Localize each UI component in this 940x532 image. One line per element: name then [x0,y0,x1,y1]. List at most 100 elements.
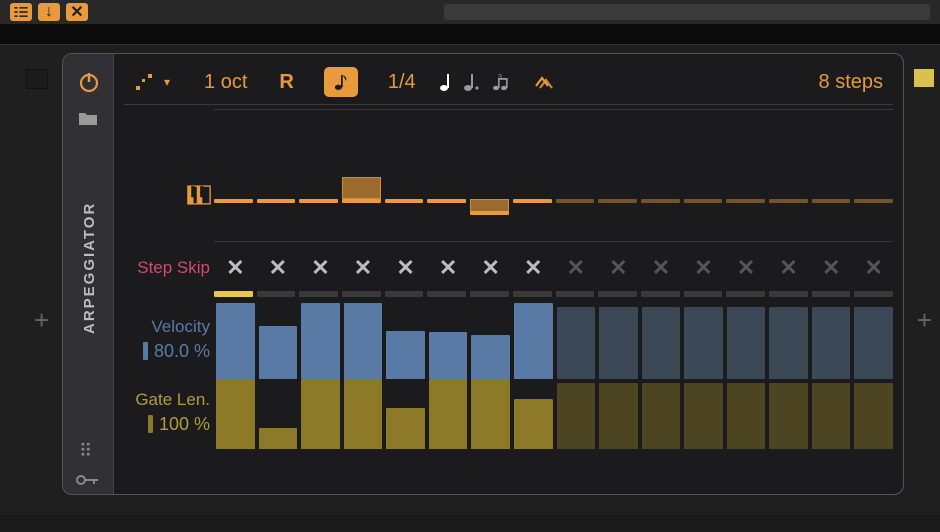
gate-step[interactable] [514,379,553,449]
step-skip-toggle[interactable]: ✕ [259,253,298,283]
gate-step[interactable] [216,379,255,449]
step-skip-toggle[interactable]: ✕ [386,253,425,283]
gate-step[interactable] [471,379,510,449]
velocity-step[interactable] [769,303,808,379]
step-skip-toggle[interactable]: ✕ [344,253,383,283]
gate-step[interactable] [812,379,851,449]
gate-step[interactable] [854,379,893,449]
toolbar-close-button[interactable]: ✕ [66,3,88,21]
step-position-indicator [556,291,595,297]
velocity-step[interactable] [386,303,425,379]
gate-step[interactable] [557,379,596,449]
power-icon[interactable] [77,70,101,94]
rate-mode-group: 3 [440,73,512,91]
octave-step[interactable] [470,155,509,227]
velocity-step[interactable] [344,303,383,379]
toolbar-down-button[interactable]: ↓ [38,3,60,21]
step-skip-toggle[interactable]: ✕ [684,253,723,283]
octave-step[interactable] [726,155,765,227]
velocity-step[interactable] [599,303,638,379]
step-skip-toggle[interactable]: ✕ [642,253,681,283]
rate-mode-dotted-icon[interactable] [464,73,480,91]
velocity-step[interactable] [514,303,553,379]
step-position-indicator [641,291,680,297]
step-position-indicator [513,291,552,297]
gate-step[interactable] [727,379,766,449]
velocity-step[interactable] [684,303,723,379]
pattern-mode-dropdown-icon[interactable]: ▾ [164,75,170,89]
velocity-step[interactable] [812,303,851,379]
step-skip-toggle[interactable]: ✕ [301,253,340,283]
octave-step[interactable] [641,155,680,227]
octave-step[interactable] [556,155,595,227]
step-skip-label: Step Skip [137,258,210,278]
octave-step[interactable] [342,155,381,227]
gate-step[interactable] [684,379,723,449]
octaves-value[interactable]: 1 oct [204,71,247,94]
gate-step[interactable] [344,379,383,449]
octave-step[interactable] [299,155,338,227]
gate-step[interactable] [429,379,468,449]
device-main: ▾ 1 oct R 1/4 3 [114,54,903,494]
octave-step[interactable] [854,155,893,227]
octave-step[interactable] [812,155,851,227]
velocity-step[interactable] [642,303,681,379]
velocity-step[interactable] [429,303,468,379]
step-skip-toggle[interactable]: ✕ [769,253,808,283]
retrigger-mode-icon[interactable] [534,74,558,90]
reverse-button[interactable]: R [279,71,293,94]
rate-value[interactable]: 1/4 [388,71,416,94]
toolbar-search-field[interactable] [444,4,930,20]
step-skip-toggle[interactable]: ✕ [727,253,766,283]
gate-step[interactable] [301,379,340,449]
step-skip-toggle[interactable]: ✕ [429,253,468,283]
device-header: ▾ 1 oct R 1/4 3 [124,60,893,105]
octave-step[interactable] [214,155,253,227]
step-skip-toggle[interactable]: ✕ [599,253,638,283]
step-skip-toggle[interactable]: ✕ [854,253,893,283]
velocity-step[interactable] [557,303,596,379]
velocity-step[interactable] [854,303,893,379]
rate-mode-normal-icon[interactable] [440,73,452,91]
grip-icon[interactable]: ⠿ [79,449,94,454]
remote-icon[interactable] [76,474,100,486]
step-skip-toggle[interactable]: ✕ [471,253,510,283]
add-device-after-button[interactable]: + [917,305,932,336]
step-skip-toggle[interactable]: ✕ [812,253,851,283]
octave-step[interactable] [769,155,808,227]
velocity-step[interactable] [727,303,766,379]
gate-value[interactable]: 100 % [148,414,210,435]
velocity-label: Velocity [151,317,210,337]
velocity-step[interactable] [471,303,510,379]
gate-step[interactable] [386,379,425,449]
steps-value[interactable]: 8 steps [819,71,883,94]
octave-step[interactable] [257,155,296,227]
step-skip-toggle[interactable]: ✕ [216,253,255,283]
gate-step[interactable] [642,379,681,449]
velocity-step[interactable] [259,303,298,379]
device-sidebar: ARPEGGIATOR ⠿ [63,54,114,494]
gate-step[interactable] [599,379,638,449]
velocity-step[interactable] [216,303,255,379]
step-skip-toggle[interactable]: ✕ [514,253,553,283]
chain-output-swatch [914,69,934,87]
velocity-step[interactable] [301,303,340,379]
velocity-value[interactable]: 80.0 % [143,341,210,362]
add-device-before-button[interactable]: + [34,305,49,336]
gate-step[interactable] [769,379,808,449]
lane-divider [214,241,893,242]
gate-step[interactable] [259,379,298,449]
octave-step[interactable] [684,155,723,227]
step-skip-toggle[interactable]: ✕ [557,253,596,283]
octave-step[interactable] [598,155,637,227]
octave-step[interactable] [385,155,424,227]
rate-mode-triplet-icon[interactable]: 3 [492,73,512,91]
toolbar-list-button[interactable] [10,3,32,21]
octave-step[interactable] [513,155,552,227]
step-position-indicator [854,291,893,297]
pattern-mode-button[interactable] [124,72,164,92]
step-position-indicator [299,291,338,297]
preset-folder-icon[interactable] [78,110,98,126]
note-mode-toggle[interactable] [324,67,358,97]
octave-step[interactable] [427,155,466,227]
